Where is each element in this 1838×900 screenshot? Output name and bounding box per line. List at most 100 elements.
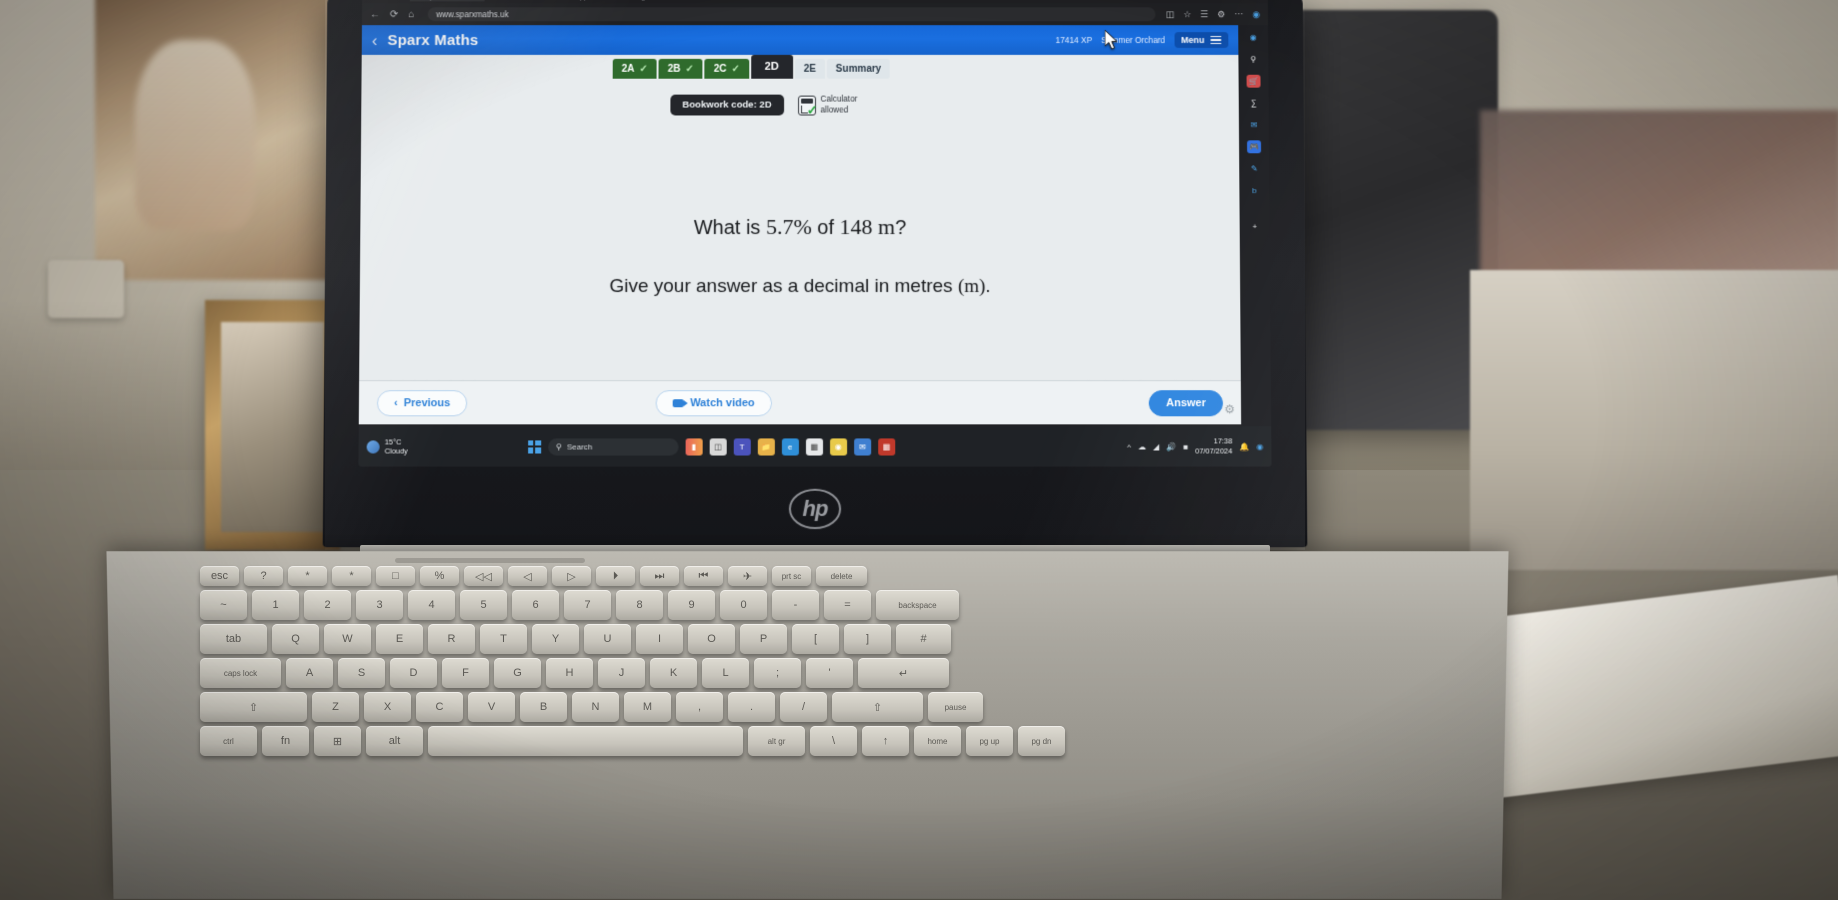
keyboard-key[interactable]: caps lock xyxy=(200,658,281,688)
keyboard-key[interactable]: home xyxy=(914,726,961,756)
keyboard-key[interactable]: C xyxy=(416,692,463,722)
add-icon[interactable]: + xyxy=(1248,220,1262,233)
mail-icon[interactable]: ✉ xyxy=(853,437,871,456)
keyboard-key[interactable]: O xyxy=(688,624,735,654)
keyboard-key[interactable]: F xyxy=(442,658,489,688)
calendar-icon[interactable]: ▦ xyxy=(805,437,823,456)
explorer-icon[interactable]: ◫ xyxy=(709,437,727,456)
keyboard-key[interactable]: - xyxy=(772,590,819,620)
copilot-icon[interactable]: ◉ xyxy=(1246,31,1260,44)
keyboard-key[interactable]: ⇧ xyxy=(200,692,307,722)
keyboard-key[interactable]: fn xyxy=(262,726,309,756)
keyboard-key[interactable]: ◁◁ xyxy=(464,566,503,586)
keyboard-key[interactable]: L xyxy=(702,658,749,688)
keyboard-key[interactable]: ' xyxy=(806,658,853,688)
store-icon[interactable]: ▦ xyxy=(877,437,896,456)
keyboard-key[interactable]: / xyxy=(780,692,827,722)
keyboard-key[interactable]: T xyxy=(480,624,527,654)
search-sidebar-icon[interactable]: ⚲ xyxy=(1246,53,1260,66)
wifi-icon[interactable]: ◢ xyxy=(1153,442,1159,451)
keyboard-key[interactable]: esc xyxy=(200,566,239,586)
answer-button[interactable]: Answer xyxy=(1148,389,1224,416)
task-tab-2e[interactable]: 2E xyxy=(794,58,825,79)
watch-video-button[interactable]: Watch video xyxy=(655,389,772,416)
keyboard-key[interactable]: * xyxy=(288,566,327,586)
shield-icon[interactable]: ⌂ xyxy=(408,9,414,20)
previous-button[interactable]: ‹ Previous xyxy=(376,389,468,416)
keyboard-key[interactable]: pause xyxy=(928,692,983,722)
tab-classcharts[interactable]: C ClassCharts Student App ✕ xyxy=(491,0,607,1)
settings-gear-icon[interactable]: ⚙ xyxy=(1224,402,1235,416)
task-tab-summary[interactable]: Summary xyxy=(826,58,891,79)
back-icon[interactable]: ← xyxy=(370,9,380,20)
more-icon[interactable]: ⋯ xyxy=(1234,9,1243,20)
clock[interactable]: 17:38 07/07/2024 xyxy=(1195,437,1232,456)
keyboard-key[interactable]: . xyxy=(728,692,775,722)
folder-icon[interactable]: 📁 xyxy=(757,437,775,456)
keyboard-key[interactable]: 9 xyxy=(668,590,715,620)
task-tab-2c[interactable]: 2C ✓ xyxy=(704,58,749,79)
keyboard-key[interactable]: ↑ xyxy=(862,726,909,756)
keyboard-key[interactable]: 1 xyxy=(252,590,299,620)
keyboard-key[interactable]: 5 xyxy=(460,590,507,620)
keyboard-key[interactable]: tab xyxy=(200,624,267,654)
favorite-icon[interactable]: ☆ xyxy=(1183,9,1191,20)
keyboard-key[interactable]: ◁ xyxy=(508,566,547,586)
tools-icon[interactable]: ∑ xyxy=(1247,97,1261,110)
keyboard-key[interactable]: 6 xyxy=(512,590,559,620)
keyboard-key[interactable]: □ xyxy=(376,566,415,586)
keyboard-key[interactable]: ~ xyxy=(200,590,247,620)
app-back-button[interactable]: ‹ xyxy=(372,31,378,50)
keyboard-key[interactable]: = xyxy=(824,590,871,620)
task-view-icon[interactable]: ▮ xyxy=(685,437,703,456)
keyboard-key[interactable]: [ xyxy=(792,624,839,654)
keyboard-key[interactable]: Z xyxy=(312,692,359,722)
tray-profile-icon[interactable]: ◉ xyxy=(1256,442,1263,451)
keyboard-key[interactable]: G xyxy=(494,658,541,688)
keyboard-key[interactable]: alt xyxy=(366,726,423,756)
windows-start-icon[interactable] xyxy=(527,439,541,454)
tab-sparx-maths[interactable]: S Sparx Maths ✕ xyxy=(409,0,485,1)
keyboard-key[interactable]: R xyxy=(428,624,475,654)
keyboard-key[interactable]: ] xyxy=(844,624,891,654)
browser-profile-icon[interactable]: ◉ xyxy=(1252,9,1260,20)
chat-icon[interactable]: ✉ xyxy=(1247,118,1261,131)
new-tab-button[interactable]: + xyxy=(681,0,687,1)
keyboard-key[interactable]: E xyxy=(376,624,423,654)
keyboard-key[interactable]: S xyxy=(338,658,385,688)
keyboard-key[interactable]: ⏵ xyxy=(596,566,635,586)
keyboard-key[interactable]: M xyxy=(624,692,671,722)
bell-icon[interactable]: 🔔 xyxy=(1239,442,1249,451)
keyboard-key[interactable]: 2 xyxy=(304,590,351,620)
keyboard-key[interactable]: \ xyxy=(810,726,857,756)
menu-button[interactable]: Menu xyxy=(1174,32,1229,48)
extensions-icon[interactable]: ⚙ xyxy=(1217,9,1225,20)
tab-google[interactable]: G Google ✕ xyxy=(612,0,669,1)
keyboard-key[interactable]: pg dn xyxy=(1018,726,1065,756)
keyboard-key[interactable]: 3 xyxy=(356,590,403,620)
outlook-icon[interactable]: ✎ xyxy=(1247,162,1261,175)
keyboard-key[interactable]: # xyxy=(896,624,951,654)
collections-icon[interactable]: ☰ xyxy=(1200,9,1208,20)
task-tab-2b[interactable]: 2B ✓ xyxy=(658,58,703,79)
keyboard-key[interactable]: ⏭ xyxy=(640,566,679,586)
keyboard-key[interactable]: 7 xyxy=(564,590,611,620)
keyboard-key[interactable]: , xyxy=(676,692,723,722)
keyboard-key[interactable]: P xyxy=(740,624,787,654)
keyboard-key[interactable]: % xyxy=(420,566,459,586)
search-input[interactable]: ⚲ Search xyxy=(547,437,679,456)
onedrive-icon[interactable]: ☁ xyxy=(1138,442,1146,451)
url-input[interactable]: www.sparxmaths.uk xyxy=(428,7,1156,22)
keyboard-key[interactable]: N xyxy=(572,692,619,722)
keyboard-key[interactable]: X xyxy=(364,692,411,722)
keyboard-key[interactable]: W xyxy=(324,624,371,654)
keyboard-key[interactable]: ⇧ xyxy=(832,692,923,722)
keyboard-key[interactable]: prt sc xyxy=(772,566,811,586)
keyboard-key[interactable]: A xyxy=(286,658,333,688)
keyboard-key[interactable]: 0 xyxy=(720,590,767,620)
keyboard-key[interactable]: Y xyxy=(532,624,579,654)
keyboard-key[interactable]: I xyxy=(636,624,683,654)
keyboard-key[interactable]: V xyxy=(468,692,515,722)
split-screen-icon[interactable]: ◫ xyxy=(1166,9,1175,20)
shopping-icon[interactable]: 🛒 xyxy=(1246,74,1261,88)
